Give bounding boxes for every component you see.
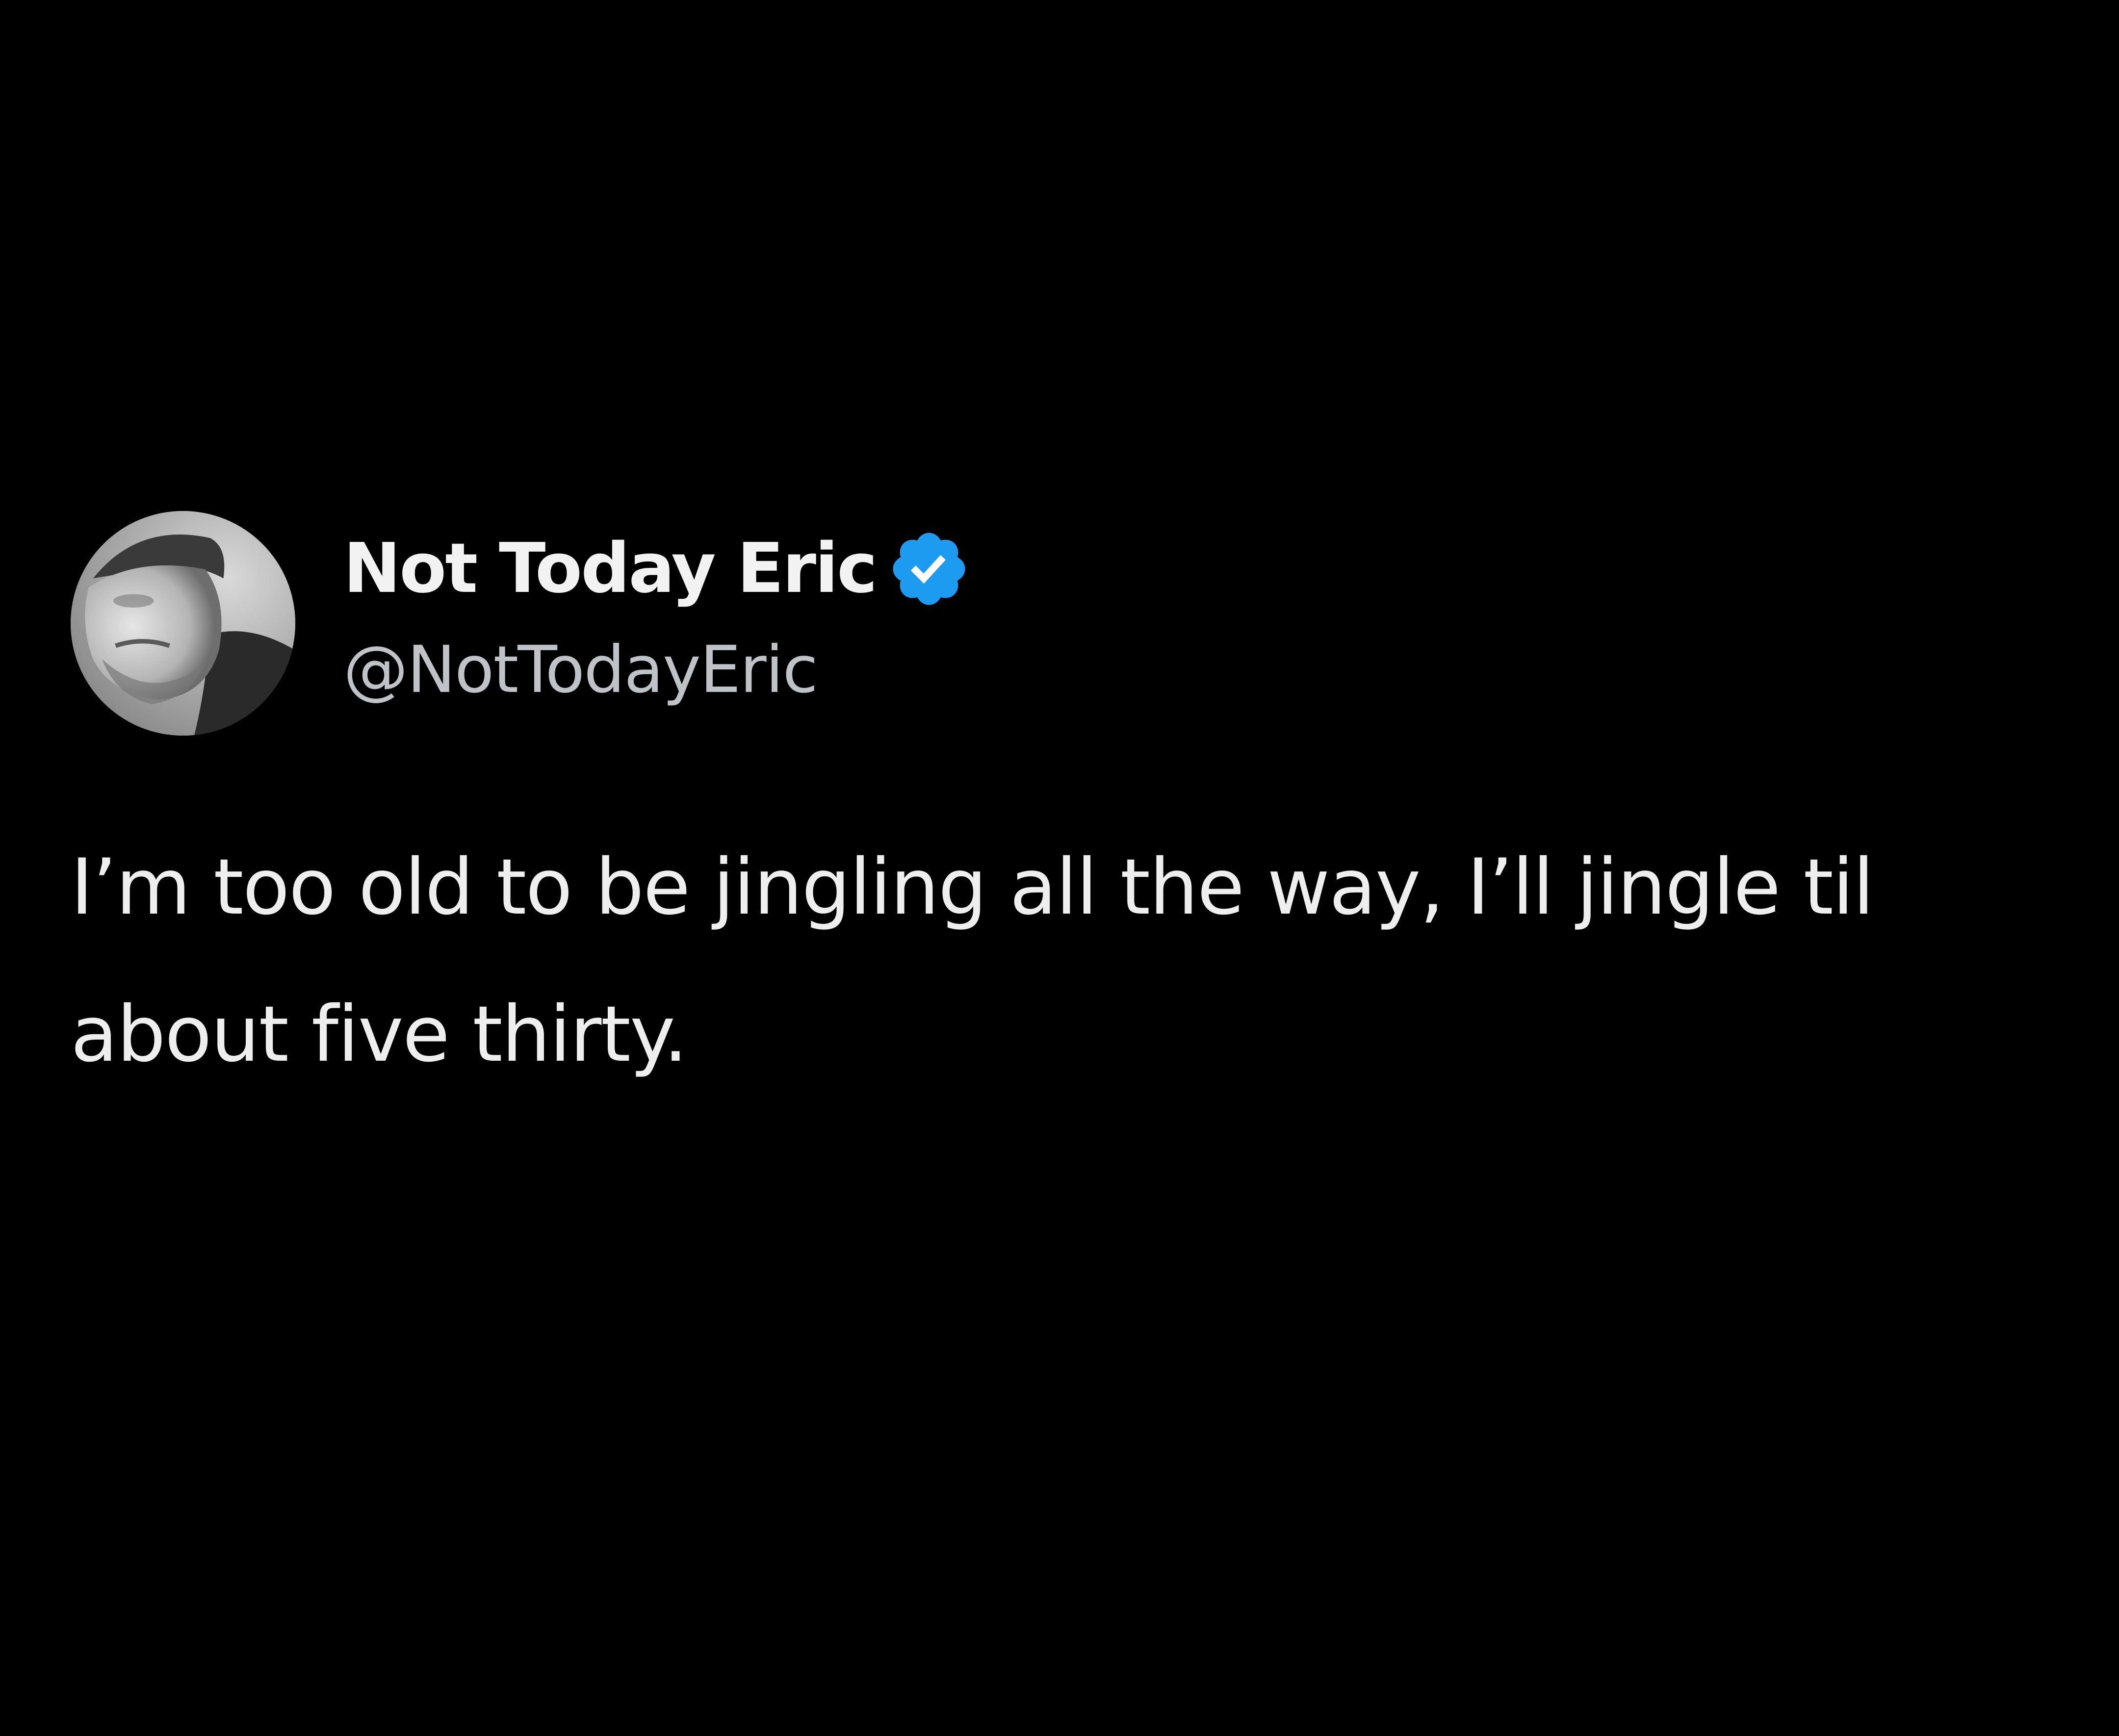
tweet-text: I’m too old to be jingling all the way, …: [71, 842, 1874, 1079]
verified-badge-icon[interactable]: [887, 527, 971, 611]
author-name-row: Not Today Eric: [343, 520, 971, 618]
avatar-photo: [71, 511, 295, 736]
author-display-name[interactable]: Not Today Eric: [343, 535, 878, 603]
avatar[interactable]: [71, 511, 295, 736]
tweet-card: Not Today Eric @NotTodayEric I’m too old…: [0, 0, 2119, 1736]
author-handle[interactable]: @NotTodayEric: [343, 638, 818, 702]
